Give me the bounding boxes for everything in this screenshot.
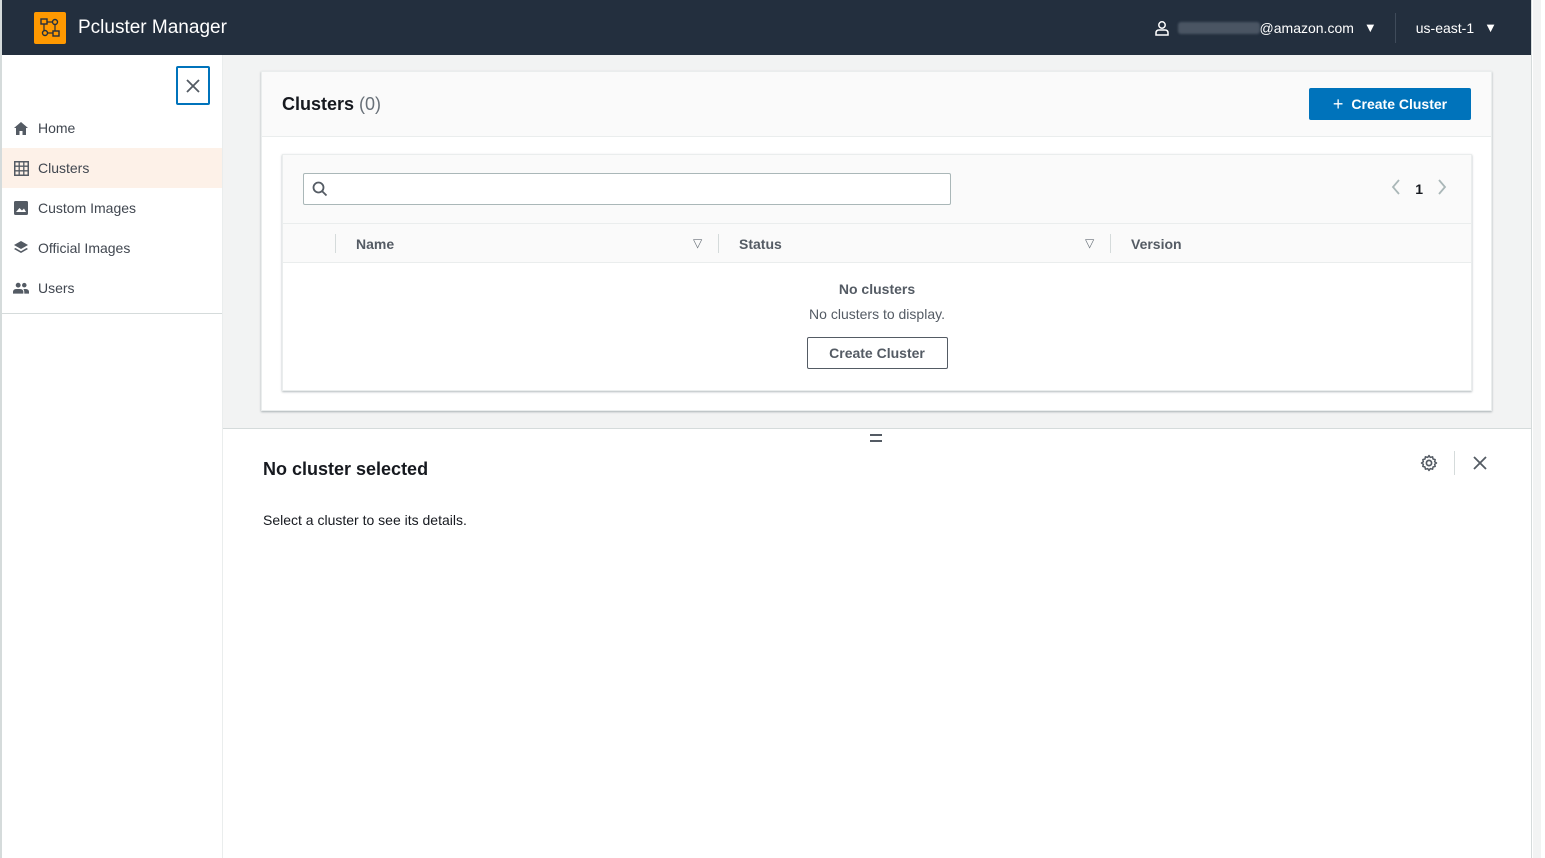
empty-state: No clusters No clusters to display. Crea… <box>283 263 1471 369</box>
empty-description: No clusters to display. <box>809 306 945 322</box>
create-cluster-label: Create Cluster <box>1351 96 1448 112</box>
user-email: @amazon.com <box>1259 19 1354 36</box>
caret-down-icon: ▼ <box>1484 20 1497 35</box>
region-label: us-east-1 <box>1415 19 1475 36</box>
home-icon <box>13 120 29 136</box>
clusters-table: 1 Name ▽ Status ▽ Version No clusters No… <box>282 154 1472 391</box>
layers-icon <box>13 240 29 256</box>
chevron-right-icon[interactable] <box>1437 178 1447 200</box>
split-panel-actions <box>1418 451 1491 475</box>
table-header: Name ▽ Status ▽ Version <box>283 224 1471 263</box>
settings-gear-icon[interactable] <box>1418 452 1440 474</box>
sidebar-item-users[interactable]: Users <box>2 268 222 308</box>
grid-icon <box>13 160 29 176</box>
app-logo[interactable] <box>34 11 66 44</box>
resize-handle[interactable] <box>870 434 882 442</box>
close-icon[interactable] <box>1469 452 1491 474</box>
sort-down-icon[interactable]: ▽ <box>1085 236 1094 250</box>
split-panel: No cluster selected Select a cluster to … <box>223 428 1531 858</box>
sidebar-item-label: Home <box>38 120 76 136</box>
user-icon <box>1154 20 1169 36</box>
scrollbar[interactable] <box>1531 0 1545 858</box>
close-navigation-button[interactable] <box>176 66 210 105</box>
pagination: 1 <box>1391 178 1451 200</box>
cluster-logo-icon <box>40 17 60 37</box>
column-divider <box>335 234 336 253</box>
sidebar-item-custom-images[interactable]: Custom Images <box>2 188 222 228</box>
nav-list: Home Clusters Custom Images Official Ima… <box>2 108 222 314</box>
app-title[interactable]: Pcluster Manager <box>78 17 227 39</box>
empty-create-cluster-button[interactable]: Create Cluster <box>806 337 948 369</box>
search-field[interactable] <box>303 173 951 205</box>
sidebar-item-label: Official Images <box>38 240 131 256</box>
split-panel-description: Select a cluster to see its details. <box>263 512 467 528</box>
side-navigation: Home Clusters Custom Images Official Ima… <box>2 55 223 858</box>
empty-title: No clusters <box>838 281 916 297</box>
plus-icon: + <box>1332 94 1344 114</box>
column-header-status[interactable]: Status <box>739 224 782 263</box>
redacted-username <box>1177 21 1260 34</box>
sidebar-item-label: Users <box>38 280 75 296</box>
search-input[interactable] <box>336 181 950 197</box>
sidebar-item-label: Custom Images <box>38 200 137 216</box>
search-icon <box>312 181 328 197</box>
page-number[interactable]: 1 <box>1415 181 1423 197</box>
users-icon <box>13 280 29 296</box>
image-icon <box>13 200 29 216</box>
clusters-panel: Clusters (0) + Create Cluster 1 Name ▽ S… <box>261 71 1492 411</box>
close-icon <box>186 78 200 93</box>
create-cluster-button[interactable]: + Create Cluster <box>1309 88 1471 120</box>
clusters-header: Clusters (0) + Create Cluster <box>262 72 1491 137</box>
sort-down-icon[interactable]: ▽ <box>693 236 702 250</box>
column-divider <box>1110 234 1111 253</box>
sidebar-item-label: Clusters <box>38 160 90 176</box>
chevron-left-icon[interactable] <box>1391 178 1401 200</box>
sidebar-item-official-images[interactable]: Official Images <box>2 228 222 268</box>
column-header-name[interactable]: Name <box>356 224 394 263</box>
cluster-count: (0) <box>359 93 382 114</box>
top-navigation: Pcluster Manager @amazon.com ▼ us-east-1… <box>2 0 1531 55</box>
column-header-version[interactable]: Version <box>1131 224 1182 263</box>
user-menu[interactable]: @amazon.com ▼ <box>1154 20 1395 36</box>
region-selector[interactable]: us-east-1 ▼ <box>1396 20 1531 36</box>
sidebar-item-clusters[interactable]: Clusters <box>2 148 222 188</box>
column-divider <box>718 234 719 253</box>
split-panel-title: No cluster selected <box>263 459 429 479</box>
actions-divider <box>1454 451 1455 475</box>
table-toolbar: 1 <box>283 155 1471 224</box>
caret-down-icon: ▼ <box>1363 20 1377 35</box>
page-title: Clusters <box>282 93 355 114</box>
sidebar-item-home[interactable]: Home <box>2 108 222 148</box>
